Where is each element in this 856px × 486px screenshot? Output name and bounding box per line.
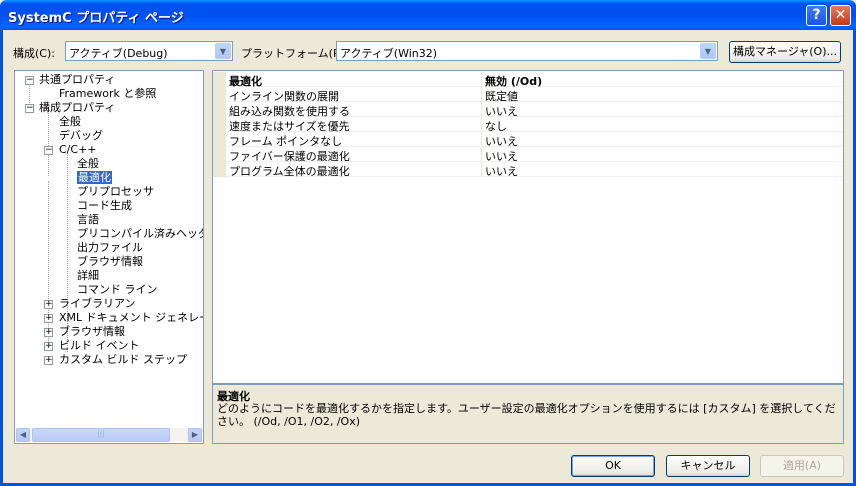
scroll-left-icon[interactable]: ◀ [16,428,30,442]
platform-combo[interactable]: アクティブ(Win32) ▼ [336,41,718,61]
platform-label: プラットフォーム(P): [241,47,348,60]
tree-node-cpp-general[interactable]: 全般 [77,157,99,171]
scroll-right-icon[interactable]: ▶ [188,428,202,442]
grid-row[interactable]: フレーム ポインタなし いいえ [213,132,843,148]
expand-icon[interactable]: + [44,356,53,365]
grid-row[interactable]: 速度またはサイズを優先 なし [213,117,843,133]
description-panel: 最適化 どのようにコードを最適化するかを指定します。ユーザー設定の最適化オプショ… [212,384,844,444]
platform-combo-value: アクティブ(Win32) [340,47,438,60]
apply-button[interactable]: 適用(A) [760,455,844,477]
tree-horizontal-scrollbar[interactable]: ◀ ||| ▶ [16,428,202,442]
tree-node-optimization[interactable]: 最適化 [77,171,112,185]
scroll-thumb[interactable]: ||| [32,428,170,442]
grid-row[interactable]: インライン関数の展開 既定値 [213,87,843,103]
chevron-down-icon[interactable]: ▼ [700,43,716,59]
tree-node-librarian[interactable]: ライブラリアン [59,297,136,311]
chevron-down-icon[interactable]: ▼ [215,43,231,59]
tree-node-codegen[interactable]: コード生成 [77,199,132,213]
expand-icon[interactable]: + [44,314,53,323]
config-combo-value: アクティブ(Debug) [69,47,168,60]
cancel-button[interactable]: キャンセル [666,455,750,477]
expand-icon[interactable]: + [44,328,53,337]
expand-icon[interactable]: + [44,300,53,309]
help-button[interactable]: ? [806,5,827,26]
property-grid[interactable]: 最適化 無効 (/Od) インライン関数の展開 既定値 組み込み関数を使用する … [212,70,844,384]
tree-node-debug[interactable]: デバッグ [59,129,103,143]
tree-node-custom-build[interactable]: カスタム ビルド ステップ [59,353,187,367]
tree-node-cpp[interactable]: C/C++ [59,143,97,157]
tree-node-build-events[interactable]: ビルド イベント [59,339,140,353]
config-combo[interactable]: アクティブ(Debug) ▼ [65,41,233,61]
tree-node-framework[interactable]: Framework と参照 [59,87,156,101]
grid-row[interactable]: プログラム全体の最適化 いいえ [213,162,843,178]
tree-node-general[interactable]: 全般 [59,115,81,129]
tree-node-config[interactable]: 構成プロパティ [39,101,115,115]
tree-node-advanced[interactable]: 詳細 [77,269,99,283]
tree-node-preprocessor[interactable]: プリプロセッサ [77,185,154,199]
dialog-window: SystemC プロパティ ページ ? ✕ 構成(C): アクティブ(Debug… [0,0,856,486]
collapse-icon[interactable]: − [25,104,34,113]
tree-node-output[interactable]: 出力ファイル [77,241,143,255]
ok-button[interactable]: OK [571,455,655,477]
expand-icon[interactable]: + [44,342,53,351]
tree-node-xmldoc[interactable]: XML ドキュメント ジェネレータ [59,311,203,325]
grid-row[interactable]: 最適化 無効 (/Od) [213,72,843,88]
tree-node-pch[interactable]: プリコンパイル済みヘッダー [77,227,203,241]
property-tree[interactable]: − 共通プロパティ Framework と参照 − 構成プロパティ 全般 デバッ… [14,70,204,444]
window-title: SystemC プロパティ ページ [8,11,184,26]
config-manager-button[interactable]: 構成マネージャ(O)... [729,41,841,63]
grid-row[interactable]: 組み込み関数を使用する いいえ [213,102,843,118]
tree-node-browse[interactable]: ブラウザ情報 [77,255,143,269]
collapse-icon[interactable]: − [25,76,34,85]
grid-row[interactable]: ファイバー保護の最適化 いいえ [213,147,843,163]
tree-node-cmdline[interactable]: コマンド ライン [77,283,158,297]
tree-node-browse2[interactable]: ブラウザ情報 [59,325,125,339]
description-text: どのようにコードを最適化するかを指定します。ユーザー設定の最適化オプションを使用… [217,402,836,428]
tree-node-language[interactable]: 言語 [77,213,99,227]
config-label: 構成(C): [13,47,55,60]
dialog-client-area: 構成(C): アクティブ(Debug) ▼ プラットフォーム(P): アクティブ… [3,30,853,483]
title-bar[interactable]: SystemC プロパティ ページ ? ✕ [0,0,856,30]
tree-node-common[interactable]: 共通プロパティ [39,73,115,87]
collapse-icon[interactable]: − [44,146,53,155]
close-button[interactable]: ✕ [830,5,851,26]
